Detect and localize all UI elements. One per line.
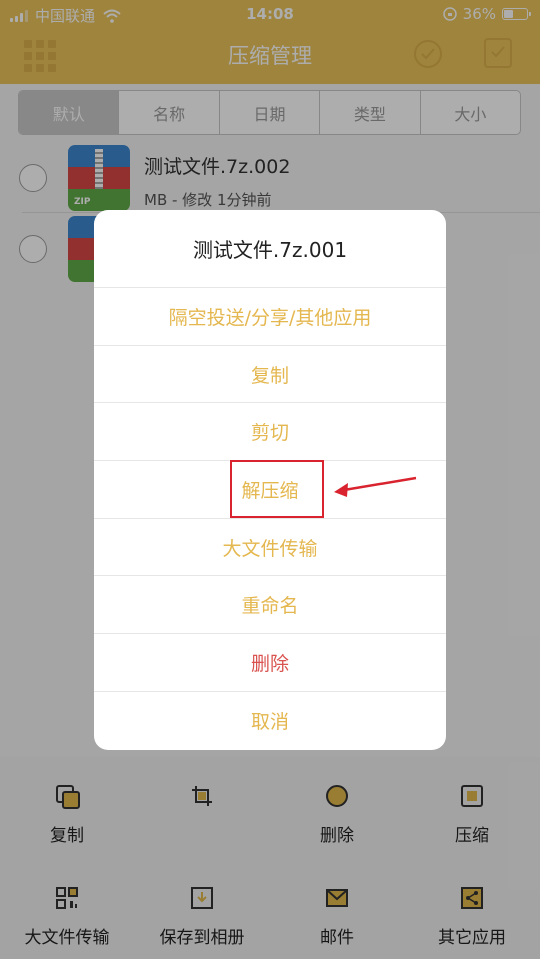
action-share-button[interactable]: 隔空投送/分享/其他应用 [94,288,446,346]
action-rename-button[interactable]: 重命名 [94,576,446,635]
action-cut-button[interactable]: 剪切 [94,403,446,462]
annotation-arrow-icon [334,476,417,497]
action-copy-button[interactable]: 复制 [94,346,446,404]
action-big-transfer-button[interactable]: 大文件传输 [94,519,446,577]
action-cancel-button[interactable]: 取消 [94,692,446,750]
action-sheet-title: 测试文件.7z.001 [94,210,446,288]
action-delete-button[interactable]: 删除 [94,634,446,692]
annotation-highlight-box [230,460,324,518]
